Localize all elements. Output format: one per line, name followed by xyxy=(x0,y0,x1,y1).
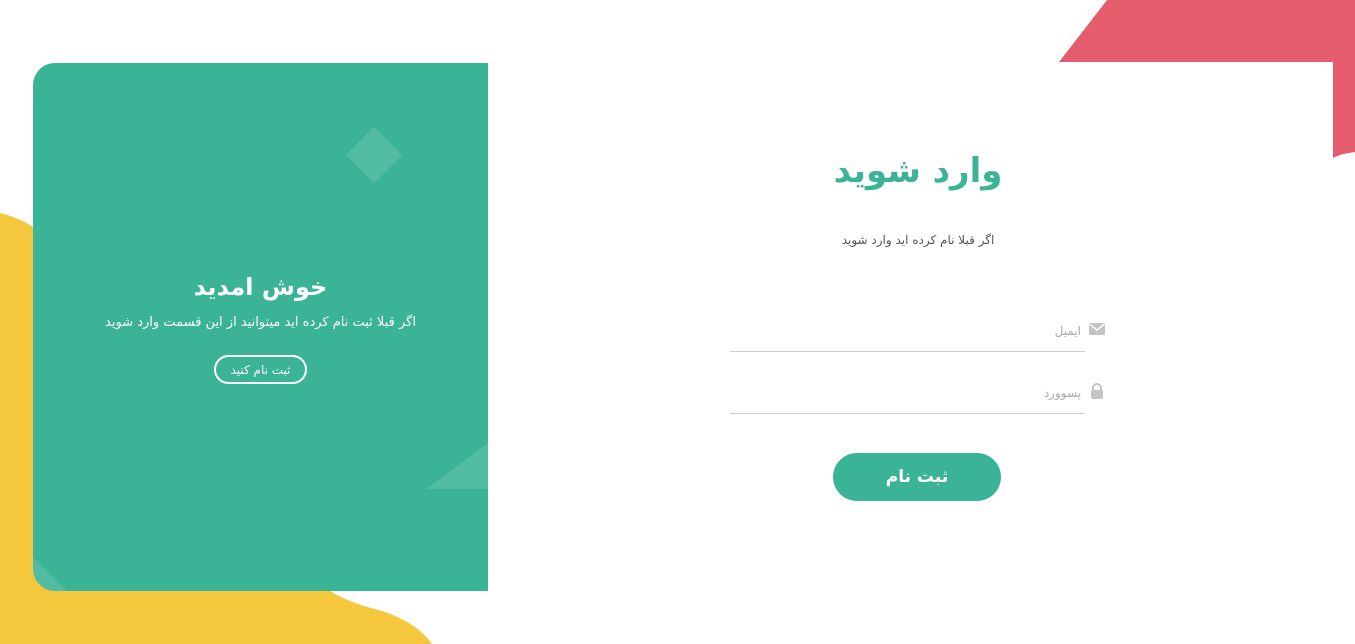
decor-diamond xyxy=(345,126,403,184)
submit-button[interactable]: ثبت نام xyxy=(833,453,1001,501)
login-subtitle: اگر قبلا نام کرده اید وارد شوید xyxy=(841,233,995,247)
welcome-panel: خوش امدید اگر قبلا ثبت نام کرده اید میتو… xyxy=(33,63,488,591)
password-field[interactable] xyxy=(730,373,1103,414)
email-field[interactable] xyxy=(730,311,1105,352)
decor-corner xyxy=(33,557,67,591)
login-panel: وارد شوید اگر قبلا نام کرده اید وارد شوی… xyxy=(488,63,1333,591)
signup-button[interactable]: ثبت نام کنید xyxy=(214,355,307,384)
password-input[interactable] xyxy=(741,386,1085,400)
decor-triangle xyxy=(426,443,488,489)
login-title: وارد شوید xyxy=(833,151,1003,191)
welcome-text: اگر قبلا ثبت نام کرده اید میتوانید از ای… xyxy=(105,315,416,330)
lock-icon xyxy=(1091,383,1103,399)
email-input[interactable] xyxy=(741,324,1085,338)
welcome-title: خوش امدید xyxy=(193,273,328,301)
envelope-icon xyxy=(1089,323,1105,335)
